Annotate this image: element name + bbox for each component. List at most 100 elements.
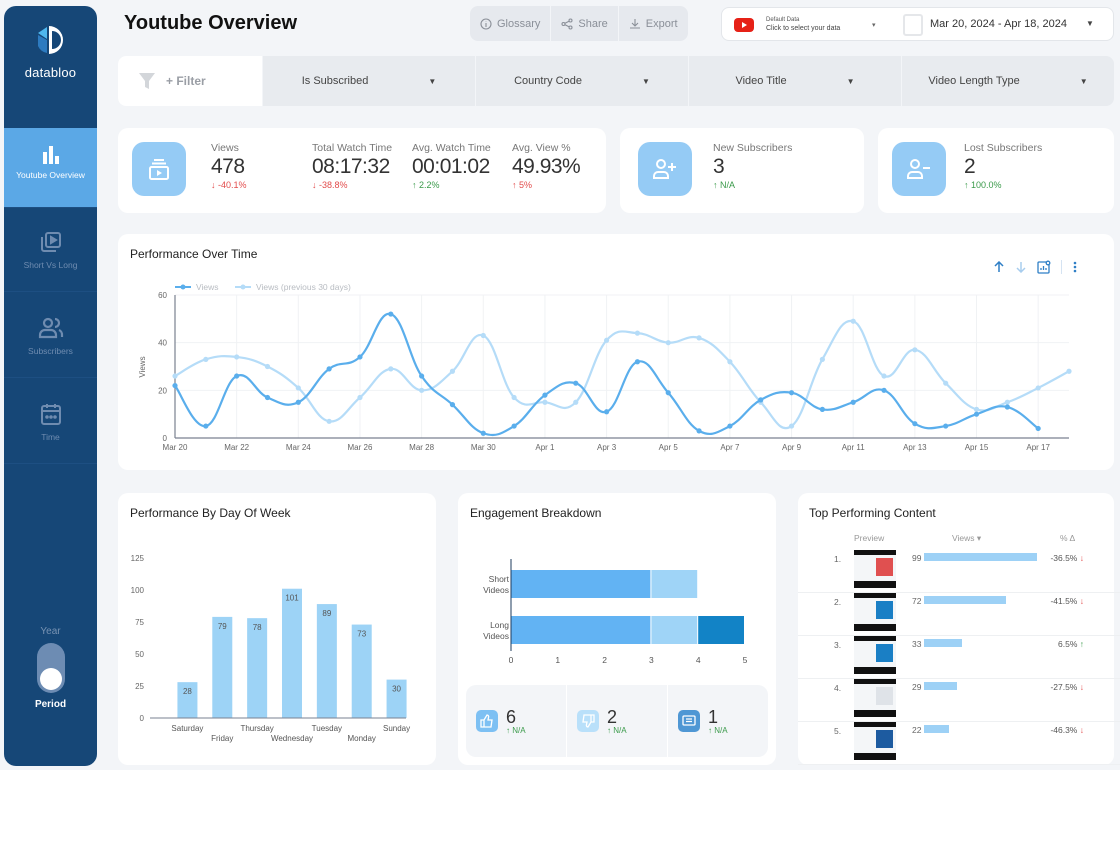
filter-video-title[interactable]: Video Title ▼: [688, 56, 901, 106]
previous-views-point: [326, 418, 332, 424]
video-thumbnail[interactable]: [854, 550, 896, 588]
table-row[interactable]: 5. 22 -46.3% ↓: [798, 722, 1120, 765]
previous-views-point: [634, 330, 641, 336]
toggle-knob[interactable]: [39, 668, 62, 690]
kpi-value: 3: [713, 155, 725, 178]
previous-views-point: [295, 385, 301, 391]
filter-country-code[interactable]: Country Code ▼: [475, 56, 688, 106]
kpi-avg-view-pct: Avg. View % 49.93% ↑ 5%: [512, 142, 581, 190]
y-tick-label: 60: [158, 291, 167, 300]
day-of-week-bar-chart: 0 25 50 75 100 125 28 Saturday 79 Friday 78 Thursda…: [131, 554, 411, 743]
thumbnail-image: [854, 727, 896, 753]
views-bar: [924, 682, 958, 690]
delta-value: -41.5% ↓: [1050, 596, 1084, 606]
engagement-card: Engagement Breakdown Short Videos Long Vide…: [458, 493, 776, 765]
glossary-label: Glossary: [497, 17, 541, 30]
glossary-button[interactable]: Glossary: [470, 6, 552, 41]
datasource-selector[interactable]: Click to select your data: [766, 25, 840, 32]
previous-views-point: [573, 399, 579, 405]
engagement-bar-chart: ShortVideosLongVideos0 1 2 3 4 5: [483, 559, 748, 665]
table-row[interactable]: 1. 99 -36.5% ↓: [798, 550, 1120, 593]
add-filter-button[interactable]: + Filter: [118, 56, 262, 106]
lost-subscribers-card: Lost Subscribers 2 ↑ 100.0%: [878, 128, 1114, 213]
bar-segment-comments: [698, 616, 744, 644]
date-range-picker[interactable]: Mar 20, 2024 - Apr 18, 2024: [930, 18, 1067, 30]
sidebar-item-youtube-overview[interactable]: Youtube Overview: [4, 128, 97, 208]
views-point: [788, 390, 795, 396]
kpi-lost-subscribers: Lost Subscribers 2 ↑ 100.0%: [964, 142, 1042, 190]
arrow-down-icon: ↓: [1079, 682, 1084, 692]
views-point: [727, 423, 733, 429]
kpi-label: Total Watch Time: [312, 142, 393, 154]
previous-views-point: [727, 359, 733, 365]
views-bar: [924, 553, 1037, 561]
views-point: [480, 430, 486, 436]
previous-views-point: [943, 380, 949, 386]
arrow-up-icon: ↑: [1079, 639, 1084, 649]
y-tick-label: Short: [489, 574, 510, 584]
sidebar-item-short-vs-long[interactable]: Short Vs Long: [4, 212, 97, 292]
video-thumbnail[interactable]: [854, 636, 896, 674]
bar: [316, 604, 337, 718]
add-filter-label: + Filter: [166, 74, 206, 88]
comment-icon: [678, 710, 700, 732]
likes-change: ↑ N/A: [506, 725, 526, 735]
change-value: N/A: [512, 725, 526, 735]
previous-views-point: [388, 366, 394, 372]
date-range-caret-icon[interactable]: ▼: [1086, 19, 1094, 28]
previous-views-point: [788, 423, 795, 429]
year-label: Year: [40, 626, 61, 637]
filter-bar: + Filter Is Subscribed ▼ Country Code ▼ Vi…: [118, 56, 1114, 106]
bar-segment-dislikes: [651, 616, 698, 644]
previous-views-point: [234, 354, 240, 360]
x-tick-label: Mar 22: [224, 443, 249, 452]
x-tick-label: Mar 28: [409, 443, 434, 452]
period-toggle[interactable]: [36, 643, 65, 693]
export-button[interactable]: Export: [619, 6, 688, 41]
y-tick-label: 20: [158, 386, 167, 395]
new-subscribers-card: New Subscribers 3 ↑ N/A: [620, 128, 864, 213]
kpi-change: ↓ -40.1%: [211, 180, 247, 190]
engagement-totals: 6 ↑ N/A 2 ↑ N/A 1 ↑ N/A: [466, 685, 768, 757]
share-button[interactable]: Share: [551, 6, 619, 41]
bar-value-label: 73: [357, 630, 366, 639]
table-row[interactable]: 2. 72 -41.5% ↓: [798, 593, 1120, 636]
views-point: [326, 366, 332, 372]
bar-chart-icon: [42, 146, 59, 164]
delta-column-header: % Δ: [1060, 533, 1076, 543]
sidebar-item-time[interactable]: Time: [4, 384, 97, 464]
x-tick-label: 1: [555, 655, 560, 665]
sidebar-item-label: Time: [41, 432, 60, 442]
sidebar-item-subscribers[interactable]: Subscribers: [4, 298, 97, 378]
filter-is-subscribed[interactable]: Is Subscribed ▼: [262, 56, 475, 106]
thumbs-up-icon: [476, 710, 498, 732]
table-row[interactable]: 3. 33 6.5% ↑: [798, 636, 1120, 679]
x-tick-label: Apr 9: [782, 443, 802, 452]
logo[interactable]: databloo: [4, 24, 97, 80]
calendar-icon: [903, 14, 923, 36]
views-point: [172, 382, 178, 389]
datasource-caret-icon[interactable]: ▾: [872, 21, 876, 29]
bar-segment-likes: [511, 570, 651, 598]
bar-value-label: 101: [285, 594, 299, 603]
kpi-value: 478: [211, 155, 245, 178]
video-thumbnail[interactable]: [854, 679, 896, 717]
views-point: [973, 411, 980, 417]
video-thumbnail[interactable]: [854, 722, 896, 760]
comments-value: 1: [708, 706, 719, 727]
views-value: 72: [912, 596, 922, 606]
x-tick-label: Apr 1: [535, 443, 555, 452]
x-tick-label: Apr 13: [903, 443, 927, 452]
kpi-change: ↑ 5%: [512, 180, 580, 190]
x-tick-label: 3: [649, 655, 654, 665]
table-row[interactable]: 4. 29 -27.5% ↓: [798, 679, 1120, 722]
bar-segment-likes: [511, 616, 651, 644]
video-thumbnail[interactable]: [854, 593, 896, 631]
views-value: 22: [912, 725, 922, 735]
filter-video-length-type[interactable]: Video Length Type ▼: [901, 56, 1114, 106]
sidebar-item-label: Subscribers: [28, 346, 73, 356]
legend-marker: [180, 284, 186, 290]
filter-label: Country Code: [514, 75, 582, 87]
views-column-header[interactable]: Views ▾: [952, 533, 981, 544]
views-value: 29: [912, 682, 922, 692]
